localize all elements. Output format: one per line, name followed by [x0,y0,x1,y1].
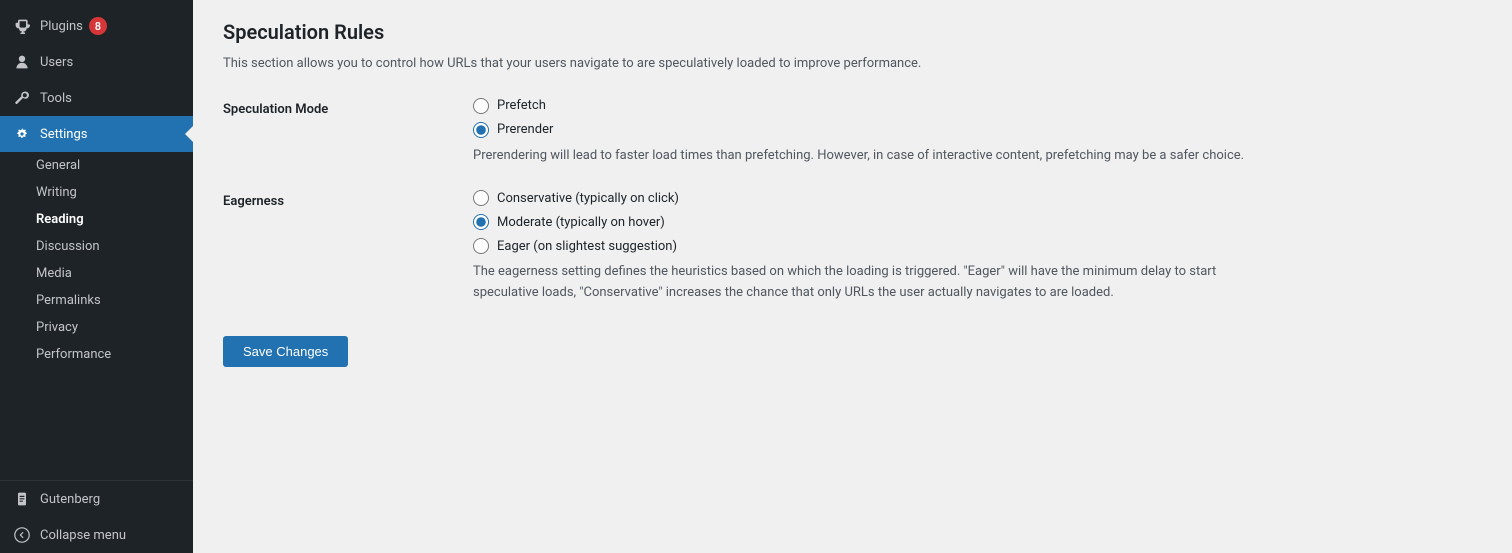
prefetch-label: Prefetch [497,98,546,113]
eager-option[interactable]: Eager (on slightest suggestion) [473,238,1482,254]
eager-label: Eager (on slightest suggestion) [497,239,677,254]
sidebar-item-plugins[interactable]: Plugins 8 [0,8,193,44]
sidebar-item-general[interactable]: General [0,152,193,179]
users-icon [12,52,32,72]
users-label: Users [40,55,73,70]
sidebar-item-gutenberg[interactable]: Gutenberg [0,481,193,517]
sidebar-item-performance[interactable]: Performance [0,341,193,368]
conservative-label: Conservative (typically on click) [497,191,679,206]
sidebar-item-permalinks[interactable]: Permalinks [0,287,193,314]
gutenberg-label: Gutenberg [40,492,100,507]
gutenberg-icon [12,489,32,509]
sidebar: Plugins 8 Users Tools Settings General W… [0,0,193,553]
plugins-icon [12,16,32,36]
prerender-label: Prerender [497,122,553,137]
tools-icon [12,88,32,108]
prerender-option[interactable]: Prerender [473,122,1482,138]
eager-radio[interactable] [473,238,489,254]
moderate-option[interactable]: Moderate (typically on hover) [473,214,1482,230]
sidebar-item-tools[interactable]: Tools [0,80,193,116]
save-row: Save Changes [223,328,1482,367]
eagerness-controls: Conservative (typically on click) Modera… [473,190,1482,304]
tools-label: Tools [40,91,72,106]
conservative-option[interactable]: Conservative (typically on click) [473,190,1482,206]
section-description: This section allows you to control how U… [223,54,1482,74]
speculation-mode-label-col: Speculation Mode [223,98,473,167]
eagerness-helper: The eagerness setting defines the heuris… [473,262,1273,304]
collapse-icon [12,525,32,545]
main-content: Speculation Rules This section allows yo… [193,0,1512,553]
settings-icon [12,124,32,144]
eagerness-label-col: Eagerness [223,190,473,304]
plugins-badge: 8 [89,17,107,35]
prefetch-radio[interactable] [473,98,489,114]
sidebar-item-privacy[interactable]: Privacy [0,314,193,341]
eagerness-label: Eagerness [223,194,284,209]
collapse-label: Collapse menu [40,528,126,543]
sidebar-item-collapse[interactable]: Collapse menu [0,517,193,553]
speculation-mode-label: Speculation Mode [223,102,328,117]
sidebar-bottom: Gutenberg Collapse menu [0,480,193,553]
sidebar-top: Plugins 8 Users Tools Settings General W… [0,0,193,368]
speculation-mode-row: Speculation Mode Prefetch Prerender Prer… [223,98,1482,167]
prerender-radio[interactable] [473,122,489,138]
sidebar-item-discussion[interactable]: Discussion [0,233,193,260]
moderate-radio[interactable] [473,214,489,230]
sidebar-item-settings[interactable]: Settings [0,116,193,152]
moderate-label: Moderate (typically on hover) [497,215,665,230]
settings-submenu: General Writing Reading Discussion Media… [0,152,193,368]
settings-label: Settings [40,127,87,142]
speculation-mode-controls: Prefetch Prerender Prerendering will lea… [473,98,1482,167]
save-button[interactable]: Save Changes [223,336,348,367]
sidebar-item-users[interactable]: Users [0,44,193,80]
conservative-radio[interactable] [473,190,489,206]
speculation-mode-helper: Prerendering will lead to faster load ti… [473,146,1273,167]
sidebar-item-reading[interactable]: Reading [0,206,193,233]
prefetch-option[interactable]: Prefetch [473,98,1482,114]
plugins-label: Plugins [40,19,83,34]
eagerness-row: Eagerness Conservative (typically on cli… [223,190,1482,304]
sidebar-item-media[interactable]: Media [0,260,193,287]
page-title: Speculation Rules [223,20,1482,44]
sidebar-item-writing[interactable]: Writing [0,179,193,206]
